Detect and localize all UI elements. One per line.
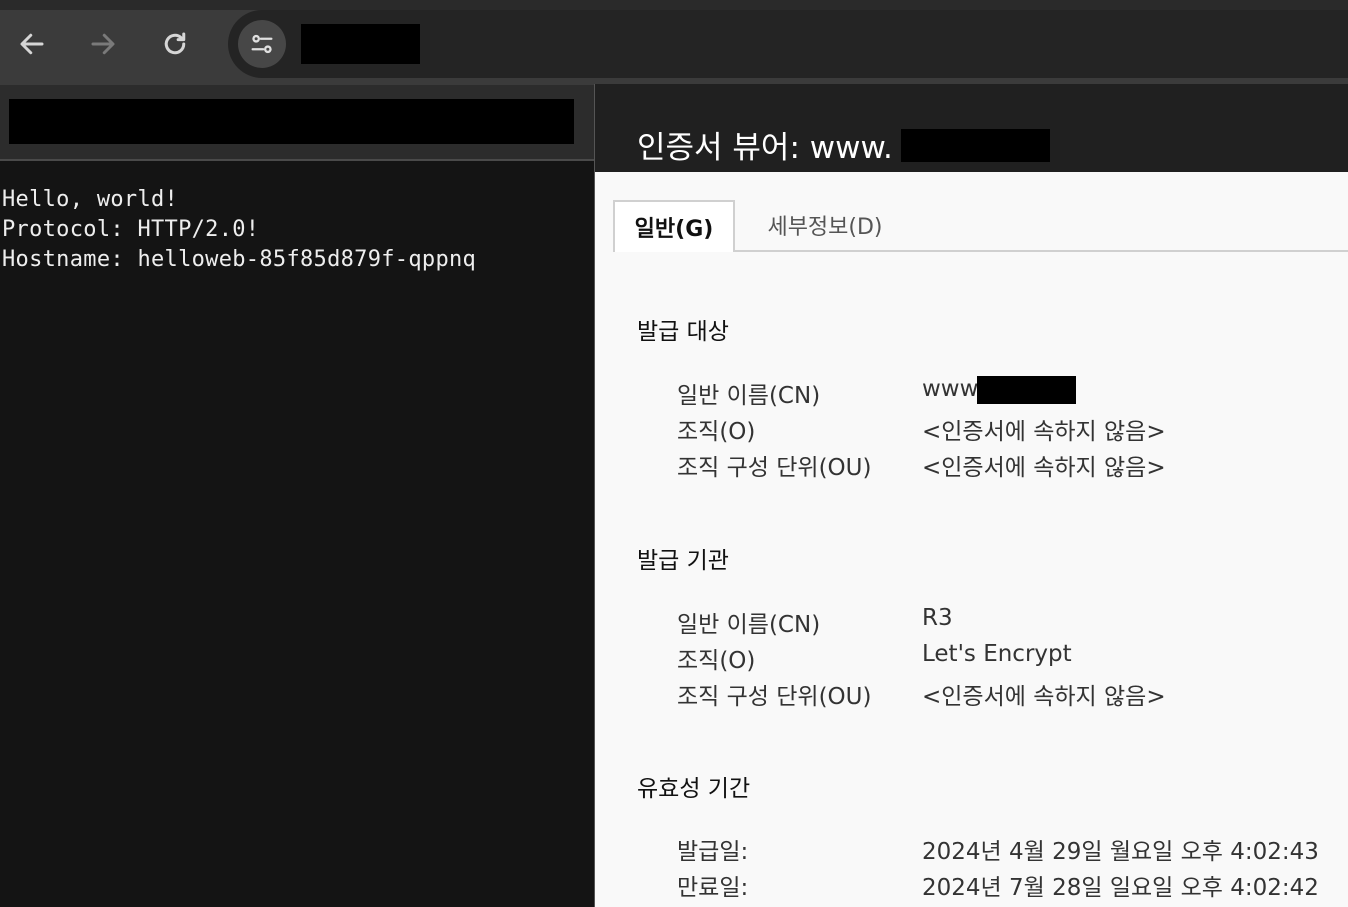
issued-to-o-label: 조직(O) [677,419,756,445]
issued-date-value: 2024년 4월 29일 월요일 오후 4:02:43 [922,839,1319,865]
page-header-strip [0,85,595,161]
reload-button[interactable] [153,22,197,66]
title-domain-redacted [901,129,1050,162]
text-line-protocol: Protocol: HTTP/2.0! [2,217,260,242]
expiry-date-value: 2024년 7월 28일 일요일 오후 4:02:42 [922,875,1319,901]
dialog-titlebar: 인증서 뷰어: www. [595,84,1348,172]
issued-by-heading: 발급 기관 [637,548,729,574]
general-tab-content: 발급 대상 일반 이름(CN) www. 조직(O) <인증서에 속하지 않음>… [595,252,1348,907]
issued-to-ou-value: <인증서에 속하지 않음> [922,455,1166,481]
issued-by-o-value: Let's Encrypt [922,641,1072,667]
text-line-hostname: Hostname: helloweb-85f85d879f-qppnq [2,247,477,272]
page-text-block: Hello, world! Protocol: HTTP/2.0! Hostna… [2,185,476,275]
dialog-tabs: 일반(G) 세부정보(D) [595,172,1348,252]
issued-by-cn-label: 일반 이름(CN) [677,612,821,638]
expiry-date-label: 만료일: [677,875,749,901]
issued-by-cn-value: R3 [922,605,953,631]
reload-icon [164,32,186,55]
address-bar[interactable] [228,10,1348,78]
issued-by-ou-label: 조직 구성 단위(OU) [677,684,872,710]
issued-date-label: 발급일: [677,839,749,865]
issued-to-heading: 발급 대상 [637,319,729,345]
forward-button[interactable] [81,22,125,66]
issued-to-cn-label: 일반 이름(CN) [677,383,821,409]
tab-title-redacted [9,99,574,144]
issued-to-cn-value: www. [922,376,984,402]
arrow-left-icon [20,33,44,55]
tab-details[interactable]: 세부정보(D) [745,200,905,250]
dialog-title: 인증서 뷰어: www. [637,130,893,166]
certificate-viewer-dialog: 인증서 뷰어: www. 일반(G) 세부정보(D) 발급 대상 일반 이름(C… [594,84,1348,907]
tab-bar-strip [0,0,1348,10]
arrow-right-icon [91,33,115,55]
url-redacted [301,24,420,64]
issued-to-o-value: <인증서에 속하지 않음> [922,419,1166,445]
browser-toolbar [0,0,1348,85]
back-button[interactable] [10,22,54,66]
cn-value-redacted [977,376,1076,404]
issued-by-ou-value: <인증서에 속하지 않음> [922,684,1166,710]
text-line-hello: Hello, world! [2,187,179,212]
tune-icon [251,34,273,54]
validity-heading: 유효성 기간 [637,776,751,802]
issued-to-ou-label: 조직 구성 단위(OU) [677,455,872,481]
page-content: Hello, world! Protocol: HTTP/2.0! Hostna… [0,161,595,907]
site-info-button[interactable] [238,20,286,68]
issued-by-o-label: 조직(O) [677,648,756,674]
tab-general[interactable]: 일반(G) [613,200,735,252]
